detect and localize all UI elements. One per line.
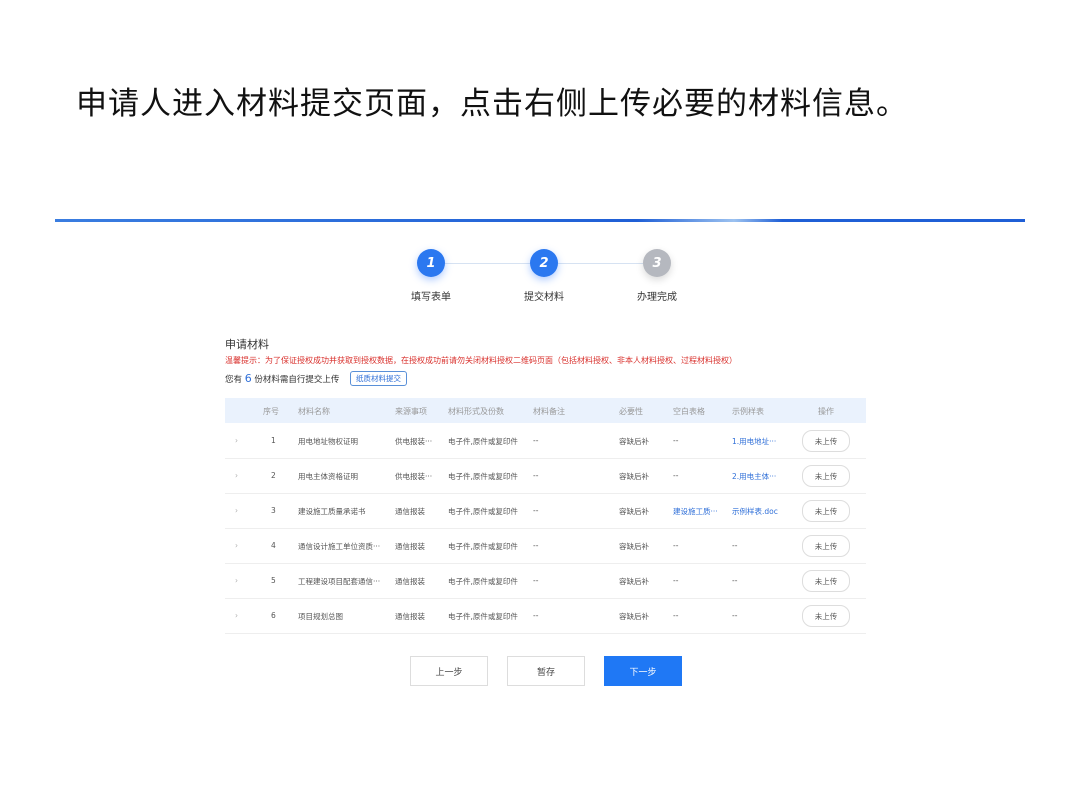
header-name: 材料名称 <box>298 407 330 416</box>
step-connector <box>558 263 643 264</box>
row-required: 容缺后补 <box>619 472 649 481</box>
row-form: 电子件,原件或复印件 <box>448 472 518 481</box>
row-source: 供电报装··· <box>395 472 433 481</box>
upload-button[interactable]: 未上传 <box>802 535 850 557</box>
row-source: 通信报装 <box>395 612 425 621</box>
step-connector <box>445 263 530 264</box>
row-seq: 5 <box>271 576 276 585</box>
upload-button[interactable]: 未上传 <box>802 430 850 452</box>
row-name: 工程建设项目配套通信··· <box>298 577 381 586</box>
row-name: 项目规划总图 <box>298 612 343 621</box>
row-note: -- <box>533 506 539 515</box>
upload-button[interactable]: 未上传 <box>802 500 850 522</box>
header-source: 来源事项 <box>395 407 427 416</box>
table-row: › 3 建设施工质量承诺书 通信报装 电子件,原件或复印件 -- 容缺后补 建设施工质··· 示… <box>225 493 866 529</box>
row-note: -- <box>533 576 539 585</box>
count-prefix: 您有 <box>225 375 243 385</box>
row-source: 通信报装 <box>395 577 425 586</box>
upload-button[interactable]: 未上传 <box>802 570 850 592</box>
warning-text: 温馨提示：为了保证授权成功并获取到授权数据，在授权成功前请勿关闭材料授权二维码页… <box>225 356 737 365</box>
row-form: 电子件,原件或复印件 <box>448 542 518 551</box>
row-note: -- <box>533 471 539 480</box>
prev-step-button[interactable]: 上一步 <box>410 656 488 686</box>
row-sample[interactable]: 1.用电地址··· <box>732 436 776 447</box>
row-sample[interactable]: 2.用电主体··· <box>732 471 776 482</box>
table-row: › 5 工程建设项目配套通信··· 通信报装 电子件,原件或复印件 -- 容缺后补 -- -- 未… <box>225 563 866 599</box>
row-note: -- <box>533 436 539 445</box>
next-step-button[interactable]: 下一步 <box>604 656 682 686</box>
row-seq: 2 <box>271 471 276 480</box>
row-blank: -- <box>673 576 679 585</box>
row-form: 电子件,原件或复印件 <box>448 437 518 446</box>
step-1-circle: 1 <box>417 249 445 277</box>
row-form: 电子件,原件或复印件 <box>448 507 518 516</box>
row-form: 电子件,原件或复印件 <box>448 577 518 586</box>
row-source: 通信报装 <box>395 542 425 551</box>
row-sample[interactable]: 示例样表.doc <box>732 506 778 517</box>
row-required: 容缺后补 <box>619 612 649 621</box>
header-note: 材料备注 <box>533 407 565 416</box>
expand-chevron-icon[interactable]: › <box>235 541 238 550</box>
row-blank: -- <box>673 471 679 480</box>
row-blank: -- <box>673 436 679 445</box>
row-source: 供电报装··· <box>395 437 433 446</box>
row-name: 通信设计施工单位资质··· <box>298 542 381 551</box>
material-count: 您有 6 份材料需自行提交上传 <box>225 372 339 385</box>
header-divider <box>55 219 1025 222</box>
expand-chevron-icon[interactable]: › <box>235 611 238 620</box>
row-seq: 6 <box>271 611 276 620</box>
header-blank: 空白表格 <box>673 407 705 416</box>
count-number: 6 <box>244 372 252 385</box>
row-blank: -- <box>673 611 679 620</box>
expand-chevron-icon[interactable]: › <box>235 436 238 445</box>
header-sample: 示例样表 <box>732 407 764 416</box>
row-required: 容缺后补 <box>619 577 649 586</box>
row-sample: -- <box>732 611 738 620</box>
section-title: 申请材料 <box>225 338 269 351</box>
save-draft-button[interactable]: 暂存 <box>507 656 585 686</box>
table-row: › 6 项目规划总图 通信报装 电子件,原件或复印件 -- 容缺后补 -- -- 未上传 <box>225 598 866 634</box>
header-form: 材料形式及份数 <box>448 407 504 416</box>
step-2-circle: 2 <box>530 249 558 277</box>
row-source: 通信报装 <box>395 507 425 516</box>
expand-chevron-icon[interactable]: › <box>235 506 238 515</box>
expand-chevron-icon[interactable]: › <box>235 576 238 585</box>
row-note: -- <box>533 611 539 620</box>
count-suffix: 份材料需自行提交上传 <box>254 375 340 385</box>
row-name: 用电地址物权证明 <box>298 437 358 446</box>
header-action: 操作 <box>818 407 834 416</box>
row-seq: 4 <box>271 541 276 550</box>
row-required: 容缺后补 <box>619 507 649 516</box>
step-3-circle: 3 <box>643 249 671 277</box>
paper-submit-button[interactable]: 纸质材料提交 <box>350 371 407 386</box>
table-row: › 1 用电地址物权证明 供电报装··· 电子件,原件或复印件 -- 容缺后补 -- 1.用电地… <box>225 423 866 459</box>
row-note: -- <box>533 541 539 550</box>
step-1-label: 填写表单 <box>411 292 451 303</box>
step-2-label: 提交材料 <box>524 292 564 303</box>
step-3-label: 办理完成 <box>637 292 677 303</box>
row-required: 容缺后补 <box>619 542 649 551</box>
table-row: › 4 通信设计施工单位资质··· 通信报装 电子件,原件或复印件 -- 容缺后补 -- -- 未… <box>225 528 866 564</box>
page-caption: 申请人进入材料提交页面，点击右侧上传必要的材料信息。 <box>76 86 908 122</box>
header-required: 必要性 <box>619 407 643 416</box>
row-required: 容缺后补 <box>619 437 649 446</box>
header-seq: 序号 <box>263 407 279 416</box>
upload-button[interactable]: 未上传 <box>802 465 850 487</box>
table-row: › 2 用电主体资格证明 供电报装··· 电子件,原件或复印件 -- 容缺后补 -- 2.用电主… <box>225 458 866 494</box>
row-name: 用电主体资格证明 <box>298 472 358 481</box>
row-form: 电子件,原件或复印件 <box>448 612 518 621</box>
row-blank: -- <box>673 541 679 550</box>
expand-chevron-icon[interactable]: › <box>235 471 238 480</box>
row-blank[interactable]: 建设施工质··· <box>673 506 718 517</box>
row-sample: -- <box>732 576 738 585</box>
upload-button[interactable]: 未上传 <box>802 605 850 627</box>
row-seq: 1 <box>271 436 276 445</box>
row-seq: 3 <box>271 506 276 515</box>
row-name: 建设施工质量承诺书 <box>298 507 366 516</box>
row-sample: -- <box>732 541 738 550</box>
